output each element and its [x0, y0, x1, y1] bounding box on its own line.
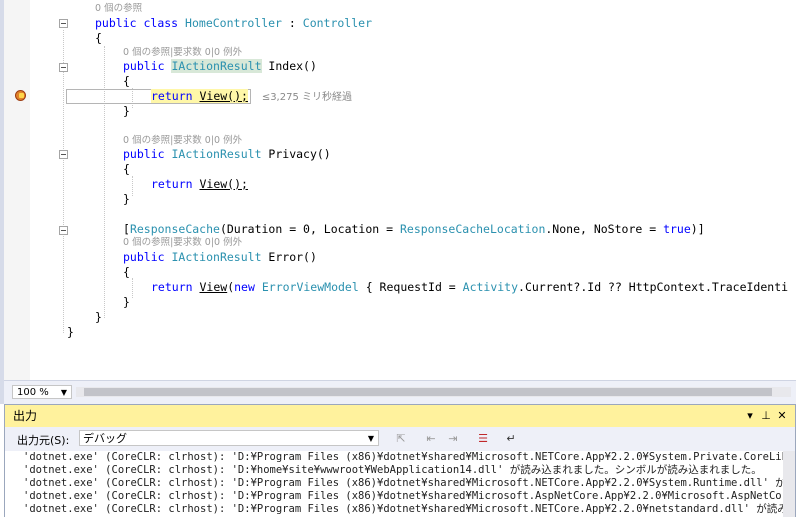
indent-guide [104, 46, 105, 318]
zoom-combo[interactable]: 100 % ▼ [12, 385, 72, 399]
word-wrap-icon[interactable]: ↵ [503, 431, 519, 447]
keyword: return [151, 280, 193, 294]
brace: { [123, 74, 130, 88]
indicator-margin[interactable] [4, 0, 30, 380]
output-title-bar[interactable]: 出力 ▾ ⊥ ✕ [5, 405, 795, 427]
brace: } [123, 104, 130, 118]
method-name: Error() [261, 250, 317, 264]
bracket: [ [123, 222, 130, 236]
attribute-name: ResponseCache [129, 222, 220, 236]
codelens-class[interactable]: 0 個の参照 [95, 3, 142, 15]
previous-message-icon[interactable]: ⇤ [423, 431, 439, 447]
source-label: 出力元(S): [17, 434, 70, 447]
keyword: class [143, 16, 179, 30]
output-line: 'dotnet.exe' (CoreCLR: clrhost): 'D:¥Pro… [23, 477, 795, 489]
privacy-signature: public IActionResult Privacy() [123, 147, 331, 162]
output-line: 'dotnet.exe' (CoreCLR: clrhost): 'D:¥Pro… [23, 451, 795, 463]
collapse-index-toggle-icon[interactable] [59, 63, 68, 72]
go-to-location-icon[interactable]: ⇱ [393, 431, 409, 447]
class-name: HomeController [185, 16, 282, 30]
breakpoint-current-statement-icon[interactable] [15, 90, 26, 101]
keyword: public [123, 250, 165, 264]
code-editor[interactable]: 0 個の参照 public class HomeController : Con… [4, 0, 796, 380]
vertical-scrollbar[interactable] [783, 451, 795, 517]
view-call: View(); [199, 89, 248, 103]
method-name: Index() [261, 59, 317, 73]
collapse-class-toggle-icon[interactable] [59, 19, 68, 28]
scrollbar-thumb[interactable] [84, 388, 772, 396]
return-type: IActionResult [171, 147, 262, 161]
index-signature: public IActionResult Index() [123, 59, 317, 74]
class-declaration: public class HomeController : Controller [95, 16, 372, 31]
code-text: .Current?.Id ?? HttpContext.TraceIdenti [518, 280, 789, 294]
perf-tip[interactable]: ≤3,275 ミリ秒経過 [262, 92, 352, 103]
source-value: デバッグ [83, 432, 127, 445]
horizontal-scrollbar[interactable] [76, 387, 791, 397]
brace: } [67, 325, 74, 339]
output-text-area[interactable]: 'dotnet.exe' (CoreCLR: clrhost): 'D:¥Pro… [5, 451, 795, 517]
return-type: IActionResult [171, 59, 262, 73]
brace: } [123, 192, 130, 206]
brace: } [95, 310, 102, 324]
attribute-args: .None, NoStore = [545, 222, 664, 236]
base-class: Controller [302, 16, 373, 30]
zoom-value: 100 % [17, 387, 49, 398]
brace: { [123, 162, 130, 176]
response-cache-attribute: [ResponseCache(Duration = 0, Location = … [123, 222, 705, 237]
error-signature: public IActionResult Error() [123, 250, 317, 265]
index-return-statement[interactable]: return View(); ≤3,275 ミリ秒経過 [151, 89, 352, 104]
collapse-privacy-toggle-icon[interactable] [59, 150, 68, 159]
codelens-error[interactable]: 0 個の参照|要求数 0|0 例外 [123, 237, 242, 249]
output-line: 'dotnet.exe' (CoreCLR: clrhost): 'D:¥hom… [23, 464, 762, 476]
next-message-icon[interactable]: ⇥ [445, 431, 461, 447]
keyword: new [234, 280, 255, 294]
output-line: 'dotnet.exe' (CoreCLR: clrhost): 'D:¥Pro… [23, 503, 795, 515]
enum-type: ResponseCacheLocation [399, 222, 546, 236]
close-icon[interactable]: ✕ [775, 405, 789, 427]
bracket: )] [690, 222, 705, 236]
brace: { [123, 265, 130, 279]
chevron-down-icon: ▼ [60, 388, 67, 397]
output-line: 'dotnet.exe' (CoreCLR: clrhost): 'D:¥Pro… [23, 490, 795, 502]
type-name: Activity [462, 280, 519, 294]
collapse-attribute-toggle-icon[interactable] [59, 226, 68, 235]
indent-guide [132, 176, 133, 196]
chevron-down-icon: ▼ [367, 434, 374, 443]
editor-bottom-bar: 100 % ▼ [4, 380, 796, 405]
indent-guide [132, 278, 133, 298]
output-source-select[interactable]: デバッグ ▼ [79, 430, 379, 446]
indent-guide [63, 30, 64, 333]
codelens-index[interactable]: 0 個の参照|要求数 0|0 例外 [123, 47, 242, 59]
pin-icon[interactable]: ⊥ [759, 405, 773, 427]
view-call: View(); [199, 177, 248, 191]
code-text: { RequestId = [358, 280, 463, 294]
keyword: public [123, 147, 165, 161]
keyword: return [151, 89, 193, 103]
clear-all-icon[interactable]: ☰ [475, 431, 491, 447]
codelens-privacy[interactable]: 0 個の参照|要求数 0|0 例外 [123, 135, 242, 147]
error-return-statement: return View(new ErrorViewModel { Request… [151, 280, 788, 295]
view-call: View [199, 280, 228, 294]
dropdown-icon[interactable]: ▾ [743, 405, 757, 427]
return-type: IActionResult [171, 250, 262, 264]
panel-title: 出力 [13, 409, 38, 423]
keyword: public [123, 59, 165, 73]
keyword: public [95, 16, 137, 30]
output-toolbar: 出力元(S): デバッグ ▼ ⇱ ⇤ ⇥ ☰ ↵ [5, 427, 795, 451]
method-name: Privacy() [261, 147, 331, 161]
type-name: ErrorViewModel [261, 280, 359, 294]
separator: : [281, 16, 303, 30]
brace: { [95, 31, 102, 45]
privacy-return-statement: return View(); [151, 177, 248, 192]
attribute-args: (Duration = 0, Location = [219, 222, 400, 236]
output-panel: 出力 ▾ ⊥ ✕ 出力元(S): デバッグ ▼ ⇱ ⇤ ⇥ ☰ ↵ 'dotnet… [4, 404, 796, 517]
keyword: return [151, 177, 193, 191]
brace: } [123, 295, 130, 309]
keyword: true [663, 222, 691, 236]
